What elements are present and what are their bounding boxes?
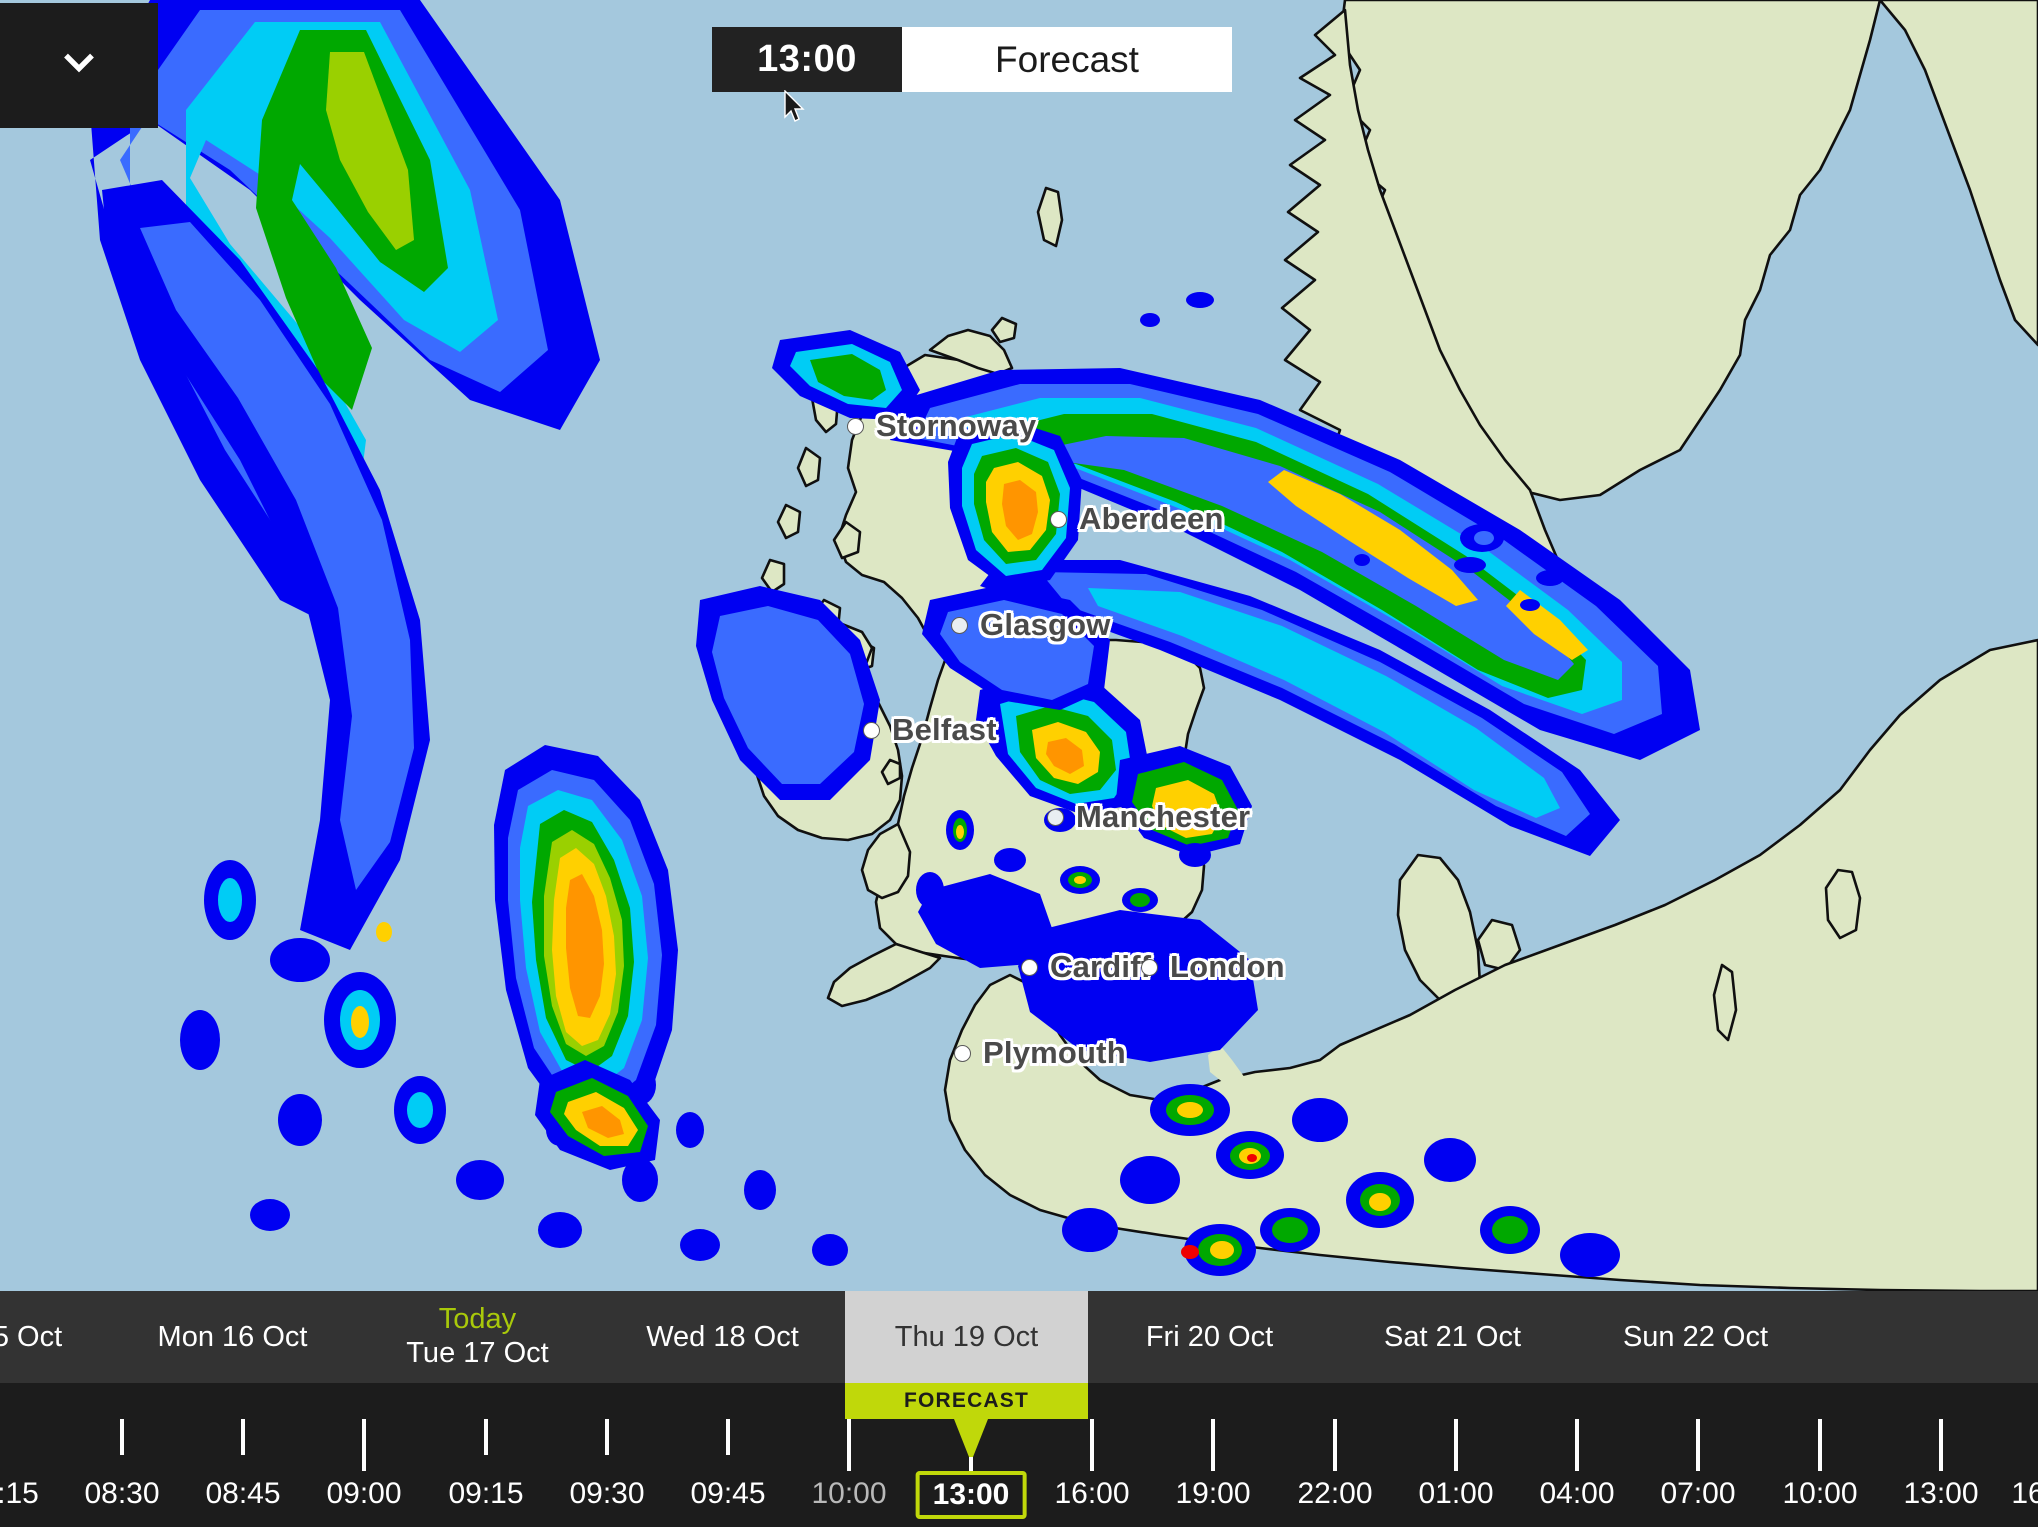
weather-forecast-app: Stornoway Aberdeen Glasgow Belfast Manch… bbox=[0, 0, 2038, 1527]
day-label: Wed 18 Oct bbox=[646, 1320, 799, 1353]
forecast-pointer-arrow bbox=[954, 1419, 988, 1457]
timeline-times-row: :15 08:30 08:45 09:00 09:15 09:30 09:45 … bbox=[0, 1471, 2038, 1527]
time-label-0400[interactable]: 04:00 bbox=[1539, 1477, 1614, 1511]
timeline-tick bbox=[1696, 1419, 1700, 1471]
day-block-sun-22-oct[interactable]: Sun 22 Oct bbox=[1574, 1291, 1817, 1383]
timeline-tick bbox=[362, 1419, 366, 1471]
timeline-ticks-row bbox=[0, 1419, 2038, 1477]
precipitation-map[interactable]: Stornoway Aberdeen Glasgow Belfast Manch… bbox=[0, 0, 2038, 1291]
timeline-tick bbox=[1211, 1419, 1215, 1471]
layer-selector-toggle-button[interactable] bbox=[0, 3, 158, 128]
timeline-tick bbox=[1575, 1419, 1579, 1471]
time-label-1900[interactable]: 19:00 bbox=[1175, 1477, 1250, 1511]
day-label: Mon 16 Oct bbox=[157, 1320, 308, 1353]
day-label: Sat 21 Oct bbox=[1383, 1320, 1521, 1353]
today-tag: Today bbox=[438, 1303, 517, 1336]
timeline-days-row: 5 Oct Mon 16 Oct Today Tue 17 Oct Wed 18… bbox=[0, 1291, 2038, 1383]
time-label-1600-next[interactable]: 16 bbox=[2011, 1477, 2038, 1511]
time-label-0100[interactable]: 01:00 bbox=[1418, 1477, 1493, 1511]
day-label: Fri 20 Oct bbox=[1145, 1320, 1274, 1353]
day-label: Sun 22 Oct bbox=[1622, 1320, 1769, 1353]
timeline-tick bbox=[241, 1419, 245, 1455]
day-block-wed-18-oct[interactable]: Wed 18 Oct bbox=[600, 1291, 845, 1383]
banner-forecast-label: Forecast bbox=[902, 27, 1232, 92]
timeline-tick bbox=[847, 1419, 851, 1471]
timeline-tick bbox=[726, 1419, 730, 1455]
time-label-0915[interactable]: 09:15 bbox=[448, 1477, 523, 1511]
timeline-tick bbox=[1818, 1419, 1822, 1471]
day-block-mon-16-oct[interactable]: Mon 16 Oct bbox=[110, 1291, 355, 1383]
forecast-time-banner: 13:00 Forecast bbox=[712, 27, 1232, 92]
time-label-0930[interactable]: 09:30 bbox=[569, 1477, 644, 1511]
banner-time-value: 13:00 bbox=[712, 27, 902, 92]
day-label: Thu 19 Oct bbox=[894, 1320, 1039, 1353]
forecast-timeline[interactable]: 5 Oct Mon 16 Oct Today Tue 17 Oct Wed 18… bbox=[0, 1291, 2038, 1527]
time-label-0830[interactable]: 08:30 bbox=[84, 1477, 159, 1511]
day-block-thu-19-oct[interactable]: Thu 19 Oct bbox=[845, 1291, 1088, 1383]
timeline-tick bbox=[1090, 1419, 1094, 1471]
time-label-0900[interactable]: 09:00 bbox=[326, 1477, 401, 1511]
day-label: 5 Oct bbox=[0, 1320, 63, 1353]
time-label-0815[interactable]: :15 bbox=[0, 1477, 39, 1511]
timeline-tick bbox=[120, 1419, 124, 1455]
time-label-1600[interactable]: 16:00 bbox=[1054, 1477, 1129, 1511]
map-canvas bbox=[0, 0, 2038, 1291]
day-block-sat-21-oct[interactable]: Sat 21 Oct bbox=[1331, 1291, 1574, 1383]
day-label: Tue 17 Oct bbox=[406, 1337, 549, 1370]
timeline-tick bbox=[484, 1419, 488, 1455]
day-block-15-oct[interactable]: 5 Oct bbox=[0, 1291, 110, 1383]
time-label-selected-1300[interactable]: 13:00 bbox=[915, 1471, 1027, 1519]
day-block-tue-17-oct[interactable]: Today Tue 17 Oct bbox=[355, 1291, 600, 1383]
time-label-0845[interactable]: 08:45 bbox=[205, 1477, 280, 1511]
timeline-tick bbox=[1454, 1419, 1458, 1471]
time-label-0700[interactable]: 07:00 bbox=[1660, 1477, 1735, 1511]
chevron-down-icon bbox=[64, 53, 94, 72]
time-label-1000[interactable]: 10:00 bbox=[811, 1477, 886, 1511]
time-label-1300-next[interactable]: 13:00 bbox=[1903, 1477, 1978, 1511]
time-label-1000-next[interactable]: 10:00 bbox=[1782, 1477, 1857, 1511]
timeline-tick bbox=[605, 1419, 609, 1455]
time-label-2200[interactable]: 22:00 bbox=[1297, 1477, 1372, 1511]
time-label-0945[interactable]: 09:45 bbox=[690, 1477, 765, 1511]
timeline-tick bbox=[1333, 1419, 1337, 1471]
day-block-fri-20-oct[interactable]: Fri 20 Oct bbox=[1088, 1291, 1331, 1383]
forecast-badge: FORECAST bbox=[845, 1383, 1088, 1419]
timeline-tick bbox=[1939, 1419, 1943, 1471]
